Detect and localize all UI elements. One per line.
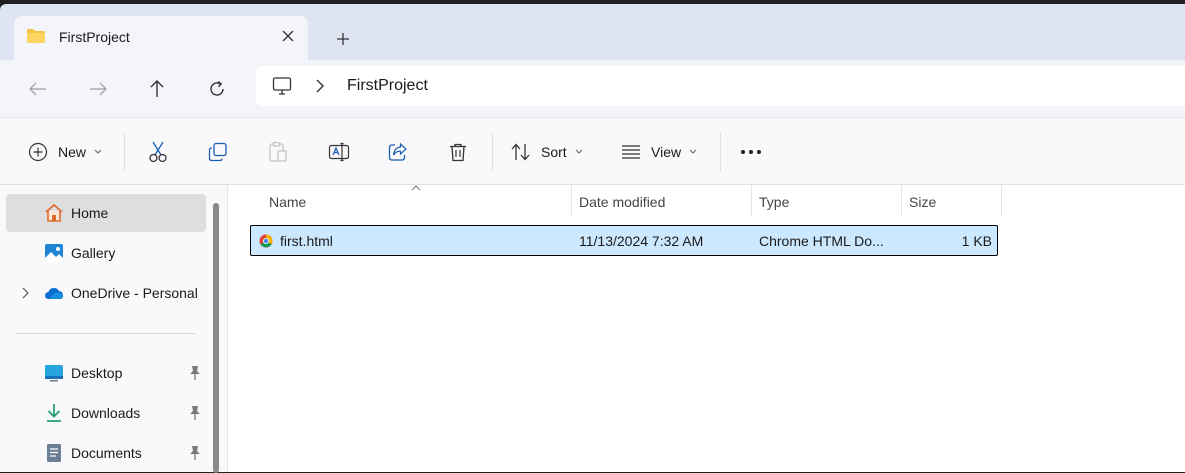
sidebar-item-label: Home: [71, 205, 109, 221]
sidebar-item-desktop[interactable]: Desktop: [6, 354, 206, 392]
column-header-type[interactable]: Type: [752, 185, 901, 217]
sidebar-scrollbar[interactable]: [213, 203, 219, 473]
sort-icon: [511, 143, 530, 161]
file-name[interactable]: first.html: [280, 233, 333, 249]
back-button[interactable]: [23, 74, 53, 104]
arrow-left-icon: [29, 82, 46, 96]
column-header-label: Name: [269, 194, 307, 210]
command-separator: [124, 132, 125, 172]
command-bar: New Sort View: [0, 117, 1185, 185]
sidebar-divider: [16, 333, 196, 334]
refresh-icon: [210, 80, 224, 96]
chrome-html-file-icon: [259, 234, 273, 248]
downloads-icon: [47, 404, 61, 422]
new-label: New: [58, 144, 87, 160]
column-separator[interactable]: [1001, 185, 1002, 217]
chevron-right-icon[interactable]: [20, 286, 32, 300]
documents-icon: [47, 444, 61, 462]
share-button[interactable]: [388, 136, 408, 168]
chevron-down-icon: [94, 149, 102, 154]
file-date-modified: 11/13/2024 7:32 AM: [579, 233, 704, 249]
plus-icon: [337, 33, 349, 45]
tab-firstproject[interactable]: FirstProject: [14, 16, 308, 60]
trash-icon: [450, 143, 466, 162]
rename-button[interactable]: [328, 136, 350, 168]
sort-button[interactable]: Sort: [511, 136, 583, 168]
pin-icon[interactable]: [188, 405, 202, 421]
view-label: View: [651, 144, 682, 160]
column-header-label: Date modified: [579, 194, 666, 210]
tab-strip: FirstProject: [0, 4, 1185, 60]
copy-icon: [208, 142, 227, 162]
up-button[interactable]: [142, 74, 172, 104]
chevron-down-icon: [689, 149, 697, 154]
folder-icon: [27, 29, 45, 43]
chevron-right-icon[interactable]: [314, 78, 326, 94]
share-icon: [388, 142, 407, 161]
breadcrumb-segment[interactable]: FirstProject: [347, 77, 428, 95]
sidebar-item-label: Gallery: [71, 245, 116, 261]
command-separator: [492, 132, 493, 172]
pin-icon[interactable]: [188, 365, 202, 381]
file-type: Chrome HTML Do...: [759, 233, 884, 249]
rename-icon: [328, 142, 350, 162]
arrow-right-icon: [90, 82, 107, 96]
file-list: Name Date modified Type Size first.html …: [229, 185, 1185, 472]
navigation-bar: FirstProject: [0, 60, 1185, 117]
sidebar-item-label: Documents: [71, 445, 142, 461]
gallery-icon: [45, 244, 63, 262]
more-options-button[interactable]: [740, 136, 762, 168]
sidebar-item-onedrive[interactable]: OneDrive - Personal: [6, 274, 206, 312]
column-header-size[interactable]: Size: [902, 185, 1001, 217]
plus-circle-icon: [28, 142, 48, 162]
file-row-selected[interactable]: first.html 11/13/2024 7:32 AM Chrome HTM…: [250, 225, 998, 256]
new-tab-button[interactable]: [330, 26, 356, 52]
sidebar-item-home[interactable]: Home: [6, 194, 206, 232]
column-header-label: Type: [759, 194, 790, 210]
pin-icon[interactable]: [188, 445, 202, 461]
explorer-body: Home Gallery OneDrive - Personal Desktop…: [0, 185, 1185, 473]
onedrive-icon: [45, 288, 63, 299]
chevron-down-icon: [575, 149, 583, 154]
clipboard-icon: [269, 141, 287, 162]
cut-button[interactable]: [148, 136, 168, 168]
this-pc-icon: [272, 77, 292, 95]
delete-button[interactable]: [448, 136, 468, 168]
command-separator: [720, 132, 721, 172]
refresh-button[interactable]: [202, 74, 232, 104]
column-header-date[interactable]: Date modified: [572, 185, 751, 217]
view-button[interactable]: View: [621, 136, 697, 168]
close-icon: [282, 30, 294, 42]
file-explorer-window: FirstProject FirstProject New Sort View …: [0, 0, 1185, 473]
column-header-label: Size: [909, 194, 937, 210]
paste-button[interactable]: [268, 136, 288, 168]
more-icon: [741, 150, 761, 154]
home-icon: [45, 203, 63, 222]
sidebar-item-gallery[interactable]: Gallery: [6, 234, 206, 272]
copy-button[interactable]: [208, 136, 228, 168]
address-bar[interactable]: FirstProject: [256, 66, 1185, 106]
sidebar-item-documents[interactable]: Documents: [6, 434, 206, 472]
sidebar-item-label: Downloads: [71, 405, 141, 421]
sidebar-item-label: Desktop: [71, 365, 123, 381]
tab-title: FirstProject: [59, 29, 130, 45]
sidebar-item-label: OneDrive - Personal: [71, 285, 198, 301]
arrow-up-icon: [150, 80, 164, 97]
forward-button[interactable]: [83, 74, 113, 104]
view-list-icon: [622, 145, 640, 159]
column-header-name[interactable]: Name: [249, 185, 571, 217]
navigation-pane: Home Gallery OneDrive - Personal Desktop…: [0, 185, 228, 473]
file-size: 1 KB: [961, 233, 992, 249]
close-tab-button[interactable]: [276, 24, 300, 48]
scissors-icon: [149, 141, 167, 163]
sort-label: Sort: [541, 144, 567, 160]
new-button[interactable]: New: [28, 136, 102, 168]
sidebar-item-downloads[interactable]: Downloads: [6, 394, 206, 432]
desktop-icon: [45, 365, 63, 382]
